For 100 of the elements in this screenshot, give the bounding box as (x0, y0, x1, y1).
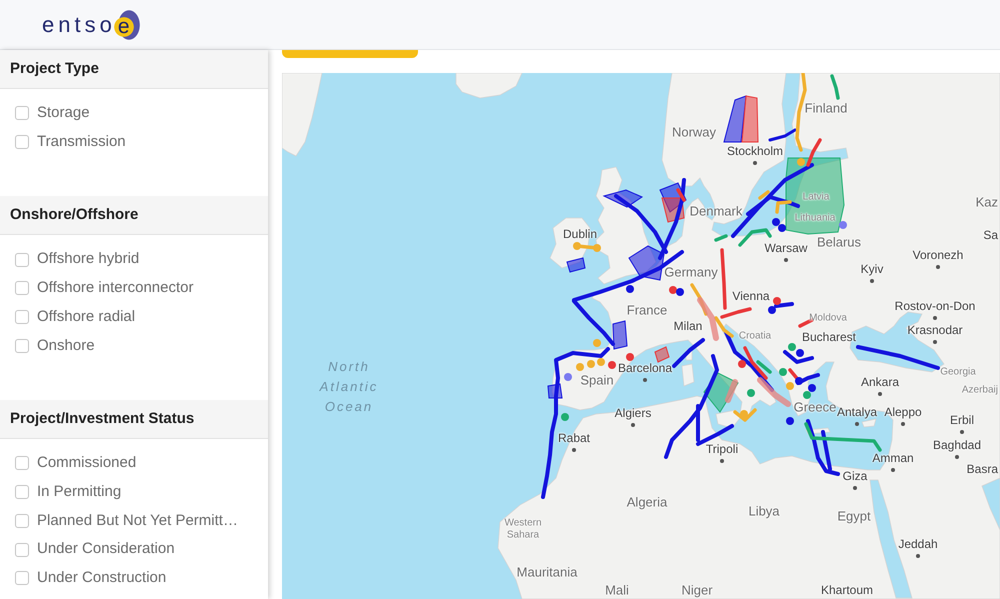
filter-label: Offshore radial (37, 306, 136, 327)
country-label: Greece (794, 400, 836, 416)
project-area (628, 245, 665, 281)
city-label: Algiers (614, 407, 652, 421)
city-dot-icon (753, 161, 757, 165)
city-dot-icon (643, 378, 647, 382)
region-label: Croatia (738, 330, 772, 342)
city-label: Rostov-on-Don (894, 300, 976, 314)
filter-label: Under Construction (37, 568, 166, 588)
filter-checkbox[interactable] (15, 310, 29, 324)
logo-mark: e (112, 10, 141, 40)
city-dot-icon (784, 258, 788, 262)
filter-checkbox[interactable] (15, 542, 29, 557)
filter-label: Offshore hybrid (37, 249, 140, 270)
city-dot-icon (960, 430, 964, 434)
project-area (612, 320, 628, 350)
filter-checkbox[interactable] (15, 106, 29, 120)
region-label: Moldova (809, 312, 847, 324)
city-label: Giza (842, 470, 868, 484)
country-label: Niger (681, 584, 713, 598)
country-label: Mauritania (516, 566, 578, 580)
city-label: Voronezh (912, 249, 964, 263)
filter-checkbox[interactable] (15, 252, 29, 267)
country-label: Algeria (626, 496, 668, 510)
city-dot-icon (631, 423, 635, 427)
filter-label: Offshore interconnector (37, 278, 194, 298)
country-label: Kaz (976, 196, 998, 210)
filter-label: Planned But Not Yet Permitt… (37, 510, 238, 531)
country-label: Mali (605, 584, 629, 598)
project-dot (597, 358, 605, 366)
filter-checkbox[interactable] (15, 456, 29, 470)
filter-label: Transmission (37, 132, 126, 152)
city-label: Basra (966, 463, 998, 477)
city-label: Baghdad (932, 439, 982, 453)
city-label: Vienna (732, 290, 770, 304)
filter-label: Onshore (37, 336, 95, 356)
project-area (661, 198, 685, 223)
city-dot-icon (891, 468, 895, 472)
filter-checkbox[interactable] (15, 135, 29, 150)
power-line (714, 234, 728, 242)
project-dot (573, 242, 581, 250)
filter-checkbox[interactable] (15, 571, 29, 586)
city-dot-icon (933, 340, 937, 344)
project-dot (561, 413, 569, 421)
city-label: Bucharest (802, 331, 856, 345)
city-label: Warsaw (764, 242, 808, 256)
city-label: Milan (674, 320, 702, 334)
power-line (690, 283, 708, 316)
project-area (602, 189, 644, 208)
city-dot-icon (870, 279, 874, 283)
filter-checkbox[interactable] (15, 338, 29, 353)
project-dot (593, 244, 601, 252)
country-label: Norway (672, 126, 716, 140)
city-label: Jeddah (898, 538, 938, 552)
project-area (654, 346, 670, 363)
city-label: Dublin (562, 228, 598, 242)
city-dot-icon (853, 486, 857, 490)
city-label: Aleppo (884, 406, 922, 420)
city-label: Tripoli (706, 443, 738, 457)
power-line (783, 350, 814, 364)
country-label: Spain (580, 374, 614, 388)
project-dot (839, 221, 847, 229)
country-label: Libya (748, 504, 780, 520)
country-label: Finland (804, 102, 848, 116)
country-label: Denmark (690, 204, 742, 220)
project-dot (626, 353, 634, 361)
ocean-label: North Atlantic Ocean (320, 358, 378, 416)
project-area (547, 383, 563, 398)
region-label: Western Sahara (504, 518, 542, 540)
project-dot (738, 360, 746, 368)
filter-label: Storage (37, 103, 90, 124)
city-dot-icon (572, 448, 576, 452)
filter-label: Commissioned (37, 453, 136, 474)
project-dot (564, 373, 572, 381)
project-dot (786, 417, 794, 425)
city-label: Barcelona (618, 362, 672, 376)
city-label: Antalya (836, 406, 878, 420)
project-area (723, 95, 747, 142)
filter-checkbox[interactable] (15, 281, 29, 296)
country-label: Belarus (816, 236, 862, 250)
project-dot (626, 285, 634, 293)
filter-label: In Permitting (37, 482, 122, 502)
region-label: Georgia (940, 366, 976, 378)
project-dot (779, 368, 787, 376)
map-view[interactable] (282, 73, 1000, 599)
section-header: Project/Investment Status (0, 400, 268, 440)
country-label: France (626, 304, 668, 318)
section-header: Project Type (0, 50, 268, 89)
section-header: Onshore/Offshore (0, 196, 268, 236)
filter-checkbox[interactable] (15, 514, 29, 528)
country-label: Germany (664, 266, 718, 280)
filter-checkbox[interactable] (15, 485, 29, 500)
project-dot (593, 339, 601, 347)
project-dot (747, 389, 755, 397)
city-label: Sa (983, 229, 998, 243)
city-label: Khartoum (820, 584, 874, 598)
project-area (566, 257, 586, 273)
city-label: Stockholm (726, 145, 784, 159)
city-dot-icon (878, 392, 882, 396)
city-label: Amman (872, 452, 914, 466)
